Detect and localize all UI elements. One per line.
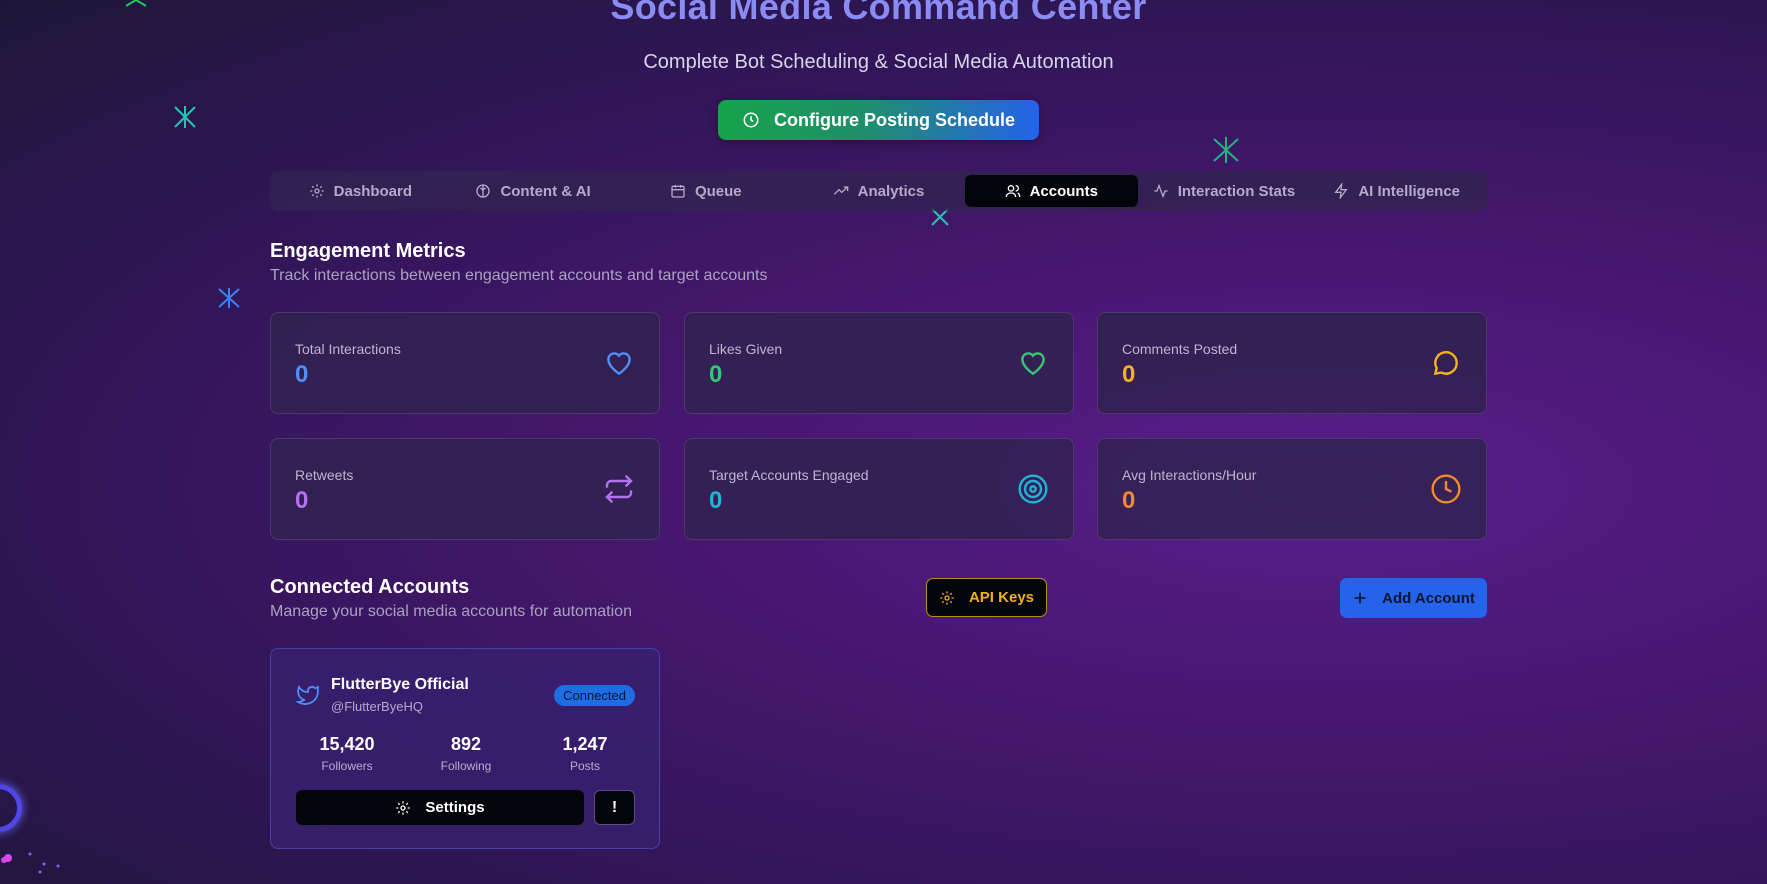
tab-label: Dashboard [333, 182, 413, 200]
sparkle-decoration [1213, 137, 1239, 163]
clock-icon [743, 112, 759, 128]
metric-card-target-accounts: Target Accounts Engaged 0 [684, 438, 1074, 540]
posts-count: 1,247 [562, 734, 608, 754]
account-card: FlutterBye Official @FlutterByeHQ Connec… [270, 648, 660, 849]
followers-label: Followers [321, 759, 373, 773]
tab-label: AI Intelligence [1358, 182, 1461, 200]
status-badge: Connected [554, 685, 635, 706]
metric-label: Retweets [295, 467, 354, 483]
metric-card-likes-given: Likes Given 0 [684, 312, 1074, 414]
heart-icon [1021, 352, 1045, 376]
metric-label: Avg Interactions/Hour [1122, 467, 1257, 483]
accounts-subtitle: Manage your social media accounts for au… [270, 603, 632, 620]
engagement-subtitle: Track interactions between engagement ac… [270, 267, 768, 284]
metric-value: 0 [1122, 487, 1136, 514]
tab-label: Analytics [857, 182, 925, 200]
gear-icon [396, 800, 411, 815]
tab-ai-intelligence[interactable]: AI Intelligence [1310, 175, 1483, 207]
brain-icon [476, 184, 491, 198]
posts-label: Posts [569, 759, 600, 773]
message-circle-icon [1433, 351, 1458, 376]
gear-icon [940, 590, 954, 605]
calendar-icon [671, 185, 685, 198]
account-handle: @FlutterByeHQ [331, 699, 423, 714]
add-account-button[interactable]: Add Account [1340, 578, 1487, 618]
api-keys-button[interactable]: API Keys [926, 578, 1047, 617]
followers-stat: 15,420 Followers [297, 734, 397, 773]
accounts-title: Connected Accounts [270, 576, 470, 598]
lightning-icon [1334, 183, 1348, 199]
page-title: Social Media Command Center [610, 0, 1147, 27]
target-icon [1018, 474, 1048, 504]
main-tabs: Dashboard Content & AI Queue Analytics A… [270, 171, 1487, 211]
tab-analytics[interactable]: Analytics [792, 175, 965, 207]
sparkle-decoration [218, 288, 240, 308]
metric-label: Likes Given [709, 341, 783, 357]
metric-card-comments-posted: Comments Posted 0 [1097, 312, 1487, 414]
twitter-icon [296, 684, 319, 705]
metric-card-retweets: Retweets 0 [270, 438, 660, 540]
followers-count: 15,420 [319, 734, 375, 754]
metric-value: 0 [1122, 361, 1136, 388]
repeat-icon [605, 474, 633, 504]
metric-value: 0 [709, 361, 723, 388]
tab-dashboard[interactable]: Dashboard [274, 175, 447, 207]
clock-icon [1431, 474, 1461, 504]
warning-label: ! [611, 798, 618, 816]
engagement-title: Engagement Metrics [270, 240, 466, 262]
add-account-label: Add Account [1382, 589, 1475, 607]
configure-schedule-label: Configure Posting Schedule [773, 109, 1015, 130]
api-keys-label: API Keys [968, 589, 1035, 606]
account-name: FlutterBye Official [331, 676, 469, 693]
account-warning-button[interactable]: ! [594, 790, 635, 825]
metric-label: Comments Posted [1122, 341, 1238, 357]
following-stat: 892 Following [416, 734, 516, 773]
following-count: 892 [450, 734, 482, 754]
tab-queue[interactable]: Queue [619, 175, 792, 207]
tab-content-ai[interactable]: Content & AI [447, 175, 620, 207]
tab-label: Accounts [1029, 182, 1098, 200]
metric-label: Target Accounts Engaged [709, 467, 869, 483]
account-settings-button[interactable]: Settings [296, 790, 584, 825]
settings-label: Settings [425, 799, 485, 816]
sparkle-decoration [174, 106, 196, 128]
metric-label: Total Interactions [295, 341, 401, 357]
metric-value: 0 [295, 487, 309, 514]
tab-accounts[interactable]: Accounts [964, 175, 1138, 207]
plus-icon [1354, 592, 1366, 604]
metric-card-total-interactions: Total Interactions 0 [270, 312, 660, 414]
metric-value: 0 [295, 361, 309, 388]
metric-value: 0 [709, 487, 723, 514]
butterfly-decoration [1, 852, 60, 874]
page-subtitle: Complete Bot Scheduling & Social Media A… [643, 51, 1114, 73]
ring-decoration [0, 784, 22, 832]
metric-card-avg-interactions: Avg Interactions/Hour 0 [1097, 438, 1487, 540]
gear-icon [310, 184, 324, 198]
tab-label: Content & AI [500, 182, 591, 200]
posts-stat: 1,247 Posts [535, 734, 635, 773]
tab-interaction-stats[interactable]: Interaction Stats [1138, 175, 1311, 207]
heart-icon [607, 352, 631, 376]
tab-label: Interaction Stats [1177, 182, 1296, 200]
trending-up-icon [833, 186, 848, 195]
configure-schedule-button[interactable]: Configure Posting Schedule [718, 100, 1039, 140]
following-label: Following [440, 759, 492, 773]
activity-icon [1154, 183, 1168, 199]
tab-label: Queue [694, 182, 742, 200]
users-icon [1005, 185, 1020, 198]
